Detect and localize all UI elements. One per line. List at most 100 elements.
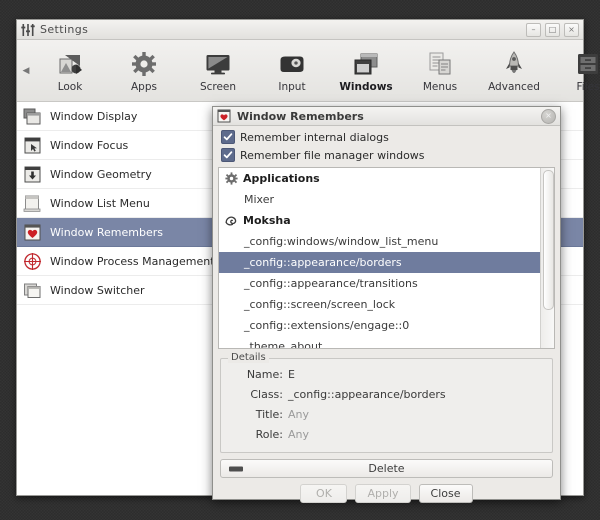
dialog-title: Window Remembers bbox=[237, 109, 364, 123]
list-group-label: Applications bbox=[243, 172, 320, 185]
list-item-label: _config:windows/window_list_menu bbox=[244, 235, 439, 248]
sliders-icon bbox=[21, 23, 35, 37]
list-item-label: _config::extensions/engage::0 bbox=[244, 319, 410, 332]
apply-button[interactable]: Apply bbox=[355, 484, 411, 503]
toolbar-item-apps[interactable]: Apps bbox=[107, 40, 181, 101]
window-geometry-icon bbox=[23, 165, 42, 184]
window-switcher-icon bbox=[23, 281, 42, 300]
remembers-listbox: Applications Mixer Moksha _config:window… bbox=[218, 167, 555, 349]
details-row-class: Class: _config::appearance/borders bbox=[227, 388, 546, 408]
close-button[interactable]: × bbox=[564, 22, 579, 37]
list-scrollbar-thumb[interactable] bbox=[543, 170, 554, 310]
details-value: Any bbox=[288, 408, 310, 421]
dialog-close-button[interactable]: × bbox=[541, 108, 556, 124]
details-key: Class: bbox=[250, 388, 283, 401]
sidebar-item-label: Window Geometry bbox=[50, 167, 152, 181]
details-row-title: Title: Any bbox=[227, 408, 546, 428]
delete-button[interactable]: Delete bbox=[220, 459, 553, 478]
list-scrollbar[interactable] bbox=[540, 168, 554, 348]
toolbar-label: Apps bbox=[131, 80, 157, 93]
toolbar-item-look[interactable]: Look bbox=[33, 40, 107, 101]
window-titlebar[interactable]: Settings – □ × bbox=[17, 20, 583, 40]
input-mouse-icon bbox=[277, 49, 307, 79]
toolbar-label: Menus bbox=[422, 80, 458, 93]
details-legend: Details bbox=[228, 352, 269, 363]
ok-button[interactable]: OK bbox=[300, 484, 348, 503]
toolbar-item-screen[interactable]: Screen bbox=[181, 40, 255, 101]
toolbar-item-input[interactable]: Input bbox=[255, 40, 329, 101]
toolbar-label: Screen bbox=[199, 80, 237, 93]
checkbox-label: Remember file manager windows bbox=[240, 148, 425, 162]
apps-gear-icon bbox=[129, 49, 159, 79]
toolbar-item-menus[interactable]: Menus bbox=[403, 40, 477, 101]
toolbar-item-windows[interactable]: Windows bbox=[329, 40, 403, 101]
toolbar-label: Files bbox=[576, 80, 600, 93]
close-button[interactable]: Close bbox=[418, 484, 473, 503]
checkbox-remember-internal-dialogs[interactable]: Remember internal dialogs bbox=[216, 128, 557, 146]
files-drawer-icon bbox=[573, 49, 600, 79]
dialog-footer: OK Apply Close bbox=[216, 478, 557, 509]
list-item-selected[interactable]: _config::appearance/borders bbox=[219, 252, 540, 273]
category-toolbar: ◀ Look Apps Screen Input Windows Menus A… bbox=[17, 40, 600, 102]
window-title: Settings bbox=[40, 23, 89, 36]
sidebar-item-label: Window Switcher bbox=[50, 283, 145, 297]
details-value: E bbox=[288, 368, 295, 381]
list-item[interactable]: _config:windows/window_list_menu bbox=[219, 231, 540, 252]
window-list-menu-icon bbox=[23, 194, 42, 213]
dialog-body: Remember internal dialogs Remember file … bbox=[213, 126, 560, 509]
moksha-swirl-icon bbox=[224, 214, 238, 228]
screen-monitor-icon bbox=[203, 49, 233, 79]
details-key: Title: bbox=[255, 408, 283, 421]
list-item-label: _config::appearance/borders bbox=[244, 256, 402, 269]
list-item[interactable]: _config::appearance/transitions bbox=[219, 273, 540, 294]
list-item-label: Mixer bbox=[244, 193, 275, 206]
heart-icon bbox=[217, 109, 231, 123]
list-item[interactable]: _theme_about bbox=[219, 336, 540, 348]
list-item-label: _config::screen/screen_lock bbox=[244, 298, 396, 311]
dialog-titlebar[interactable]: Window Remembers × bbox=[213, 107, 560, 126]
menus-icon bbox=[425, 49, 455, 79]
toolbar-label: Advanced bbox=[488, 80, 540, 93]
window-focus-icon bbox=[23, 136, 42, 155]
list-item-label: _config::appearance/transitions bbox=[244, 277, 418, 290]
minimize-button[interactable]: – bbox=[526, 22, 541, 37]
window-process-target-icon bbox=[23, 252, 42, 271]
minus-icon bbox=[229, 466, 243, 471]
details-value: Any bbox=[288, 428, 310, 441]
details-panel: Details Name: E Class: _config::appearan… bbox=[220, 352, 553, 453]
details-row-name: Name: E bbox=[227, 368, 546, 388]
toolbar-label: Windows bbox=[339, 80, 393, 93]
details-key: Role: bbox=[255, 428, 283, 441]
window-remembers-heart-icon bbox=[23, 223, 42, 242]
remembers-list: Applications Mixer Moksha _config:window… bbox=[219, 168, 540, 348]
sidebar-item-label: Window Display bbox=[50, 109, 138, 123]
toolbar-label: Look bbox=[57, 80, 83, 93]
sidebar-item-label: Window Process Management bbox=[50, 254, 215, 268]
window-controls: – □ × bbox=[526, 22, 579, 37]
toolbar-scroll-left-icon[interactable]: ◀ bbox=[19, 40, 33, 101]
list-item[interactable]: _config::extensions/engage::0 bbox=[219, 315, 540, 336]
windows-stack-icon bbox=[351, 49, 381, 79]
advanced-rocket-icon bbox=[499, 49, 529, 79]
checkbox-remember-file-manager-windows[interactable]: Remember file manager windows bbox=[216, 146, 557, 164]
sidebar-item-label: Window Focus bbox=[50, 138, 129, 152]
look-icon bbox=[55, 49, 85, 79]
window-display-icon bbox=[23, 107, 42, 126]
details-row-role: Role: Any bbox=[227, 428, 546, 448]
toolbar-item-advanced[interactable]: Advanced bbox=[477, 40, 551, 101]
toolbar-item-files[interactable]: Files bbox=[551, 40, 600, 101]
window-remembers-dialog: Window Remembers × Remember internal dia… bbox=[212, 106, 561, 503]
maximize-button[interactable]: □ bbox=[545, 22, 560, 37]
list-item-label: _theme_about bbox=[244, 340, 323, 348]
list-group-label: Moksha bbox=[243, 214, 291, 227]
checkbox-label: Remember internal dialogs bbox=[240, 130, 389, 144]
details-value: _config::appearance/borders bbox=[288, 388, 446, 401]
list-item[interactable]: _config::screen/screen_lock bbox=[219, 294, 540, 315]
sidebar-item-label: Window Remembers bbox=[50, 225, 163, 239]
checkmark-icon bbox=[221, 148, 235, 162]
list-item[interactable]: Mixer bbox=[219, 189, 540, 210]
checkmark-icon bbox=[221, 130, 235, 144]
gear-icon bbox=[224, 172, 238, 186]
delete-button-label: Delete bbox=[368, 462, 405, 475]
toolbar-label: Input bbox=[278, 80, 306, 93]
